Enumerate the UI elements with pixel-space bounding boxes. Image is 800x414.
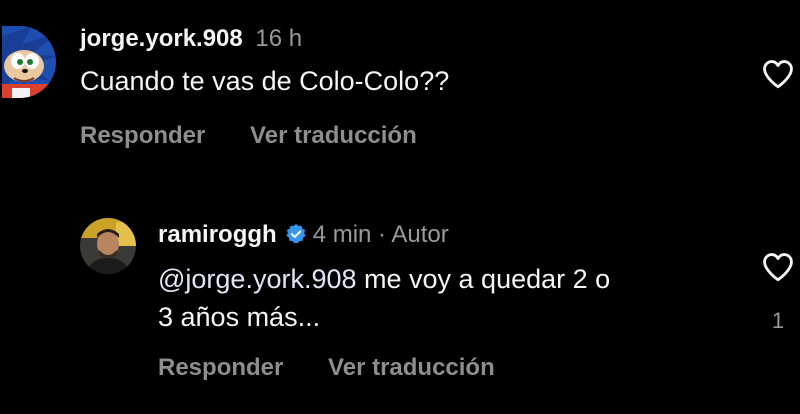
comment-header: jorge.york.908 16 h: [80, 24, 302, 54]
author-badge: Autor: [391, 221, 449, 248]
verified-badge-icon: [286, 223, 306, 244]
avatar[interactable]: [2, 26, 56, 98]
comment-text: Cuando te vas de Colo-Colo??: [80, 66, 450, 96]
heart-outline-icon[interactable]: [760, 250, 796, 284]
like-count: 1: [771, 308, 785, 333]
see-translation-button[interactable]: Ver traducción: [250, 122, 417, 150]
timestamp: 4 min: [312, 221, 372, 248]
comment-text-line2: 3 años más...: [158, 302, 321, 332]
avatar[interactable]: [80, 218, 136, 274]
sonic-avatar-icon: [2, 26, 56, 98]
reply-button[interactable]: Responder: [158, 354, 283, 382]
heart-outline-icon[interactable]: [760, 57, 796, 91]
separator-dot: ·: [378, 221, 387, 248]
username[interactable]: ramiroggh: [158, 221, 277, 248]
mention-link[interactable]: @jorge.york.908: [158, 264, 357, 294]
see-translation-button[interactable]: Ver traducción: [328, 354, 495, 382]
comment-header: ramiroggh 4 min · Autor: [158, 220, 449, 250]
comment-text-line1: me voy a quedar 2 o: [356, 264, 611, 294]
profile-photo-avatar: [80, 218, 136, 274]
reply-button[interactable]: Responder: [80, 122, 205, 150]
comment-actions: Responder Ver traducción: [158, 354, 495, 382]
timestamp: 16 h: [255, 25, 303, 52]
comment-text: @jorge.york.908 me voy a quedar 2 o 3 añ…: [158, 260, 610, 336]
comment-actions: Responder Ver traducción: [80, 122, 417, 150]
username[interactable]: jorge.york.908: [80, 25, 243, 52]
